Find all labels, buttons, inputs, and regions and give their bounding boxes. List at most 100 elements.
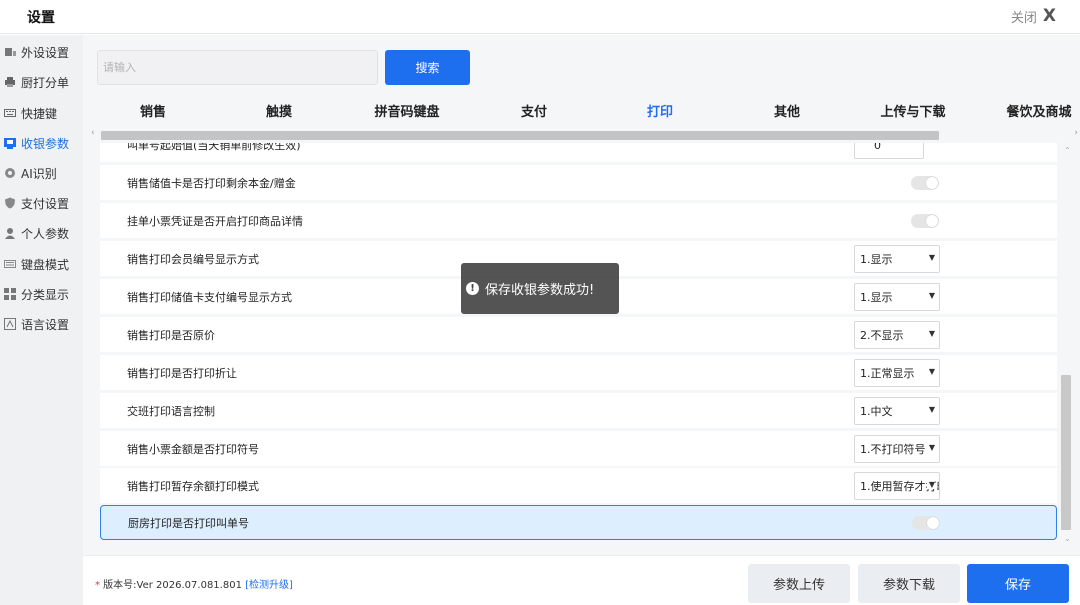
sidebar-item-peripheral[interactable]: 外设设置 [0,39,83,65]
tab-touch[interactable]: 触摸 [266,101,292,120]
setting-label: 销售储值卡是否打印剩余本金/赠金 [127,176,296,190]
search-button[interactable]: 搜索 [385,50,470,85]
setting-row: 销售储值卡是否打印剩余本金/赠金 [100,165,1057,200]
setting-label: 销售打印储值卡支付编号显示方式 [127,290,292,304]
setting-row-selected[interactable]: 厨房打印是否打印叫单号 [100,505,1057,540]
grid-icon [4,288,16,300]
setting-label: 厨房打印是否打印叫单号 [128,516,249,530]
param-upload-button[interactable]: 参数上传 [748,564,850,603]
sidebar-item-payment[interactable]: 支付设置 [0,190,83,216]
setting-label: 销售打印暂存余额打印模式 [127,479,259,493]
sidebar-item-label: 个人参数 [21,226,70,241]
scroll-up-icon[interactable]: ⌃ [1064,146,1071,155]
tab-payment[interactable]: 支付 [521,101,547,120]
setting-label: 销售打印是否打印折让 [127,366,237,380]
save-button[interactable]: 保存 [967,564,1069,603]
vertical-scroll-thumb[interactable] [1061,375,1071,530]
setting-label: 叫单号起始值(当天销单前修改生效) [127,143,301,152]
peripheral-icon [4,46,16,58]
setting-select[interactable]: 2.不显示 ▼ [854,320,940,349]
tab-upload-download[interactable]: 上传与下载 [880,101,945,120]
sidebar: 外设设置 厨打分单 快捷键 收银参数 AI识别 支付设置 个人参数 键盘模式 分… [0,35,83,605]
setting-row: 销售小票金额是否打印符号 1.不打印符号 ▼ [100,431,1057,466]
close-label: 关闭 [1010,11,1037,26]
search-input[interactable] [97,50,378,85]
setting-toggle[interactable] [911,175,939,190]
close-icon: X [1042,6,1056,26]
sidebar-item-label: 收银参数 [21,136,70,151]
param-download-button[interactable]: 参数下载 [858,564,960,603]
shield-icon [4,197,16,209]
category-tabs: 销售 触摸 拼音码键盘 支付 打印 其他 上传与下载 餐饮及商城 [83,97,1080,127]
sidebar-item-cashier-params[interactable]: 收银参数 [0,130,83,156]
sidebar-item-personal[interactable]: 个人参数 [0,220,83,246]
keyboard-mode-icon [4,258,16,270]
sidebar-item-shortcuts[interactable]: 快捷键 [0,100,83,126]
language-icon [4,318,16,330]
info-icon: ! [466,282,479,295]
sidebar-item-label: 语言设置 [21,317,70,332]
sidebar-item-label: 分类显示 [21,287,70,302]
setting-number-input[interactable]: 0 [854,143,924,159]
setting-select[interactable]: 1.中文 ▼ [854,396,940,425]
tab-print[interactable]: 打印 [647,101,673,120]
keyboard-icon [4,107,16,119]
dropdown-caret-icon: ▼ [926,252,935,262]
setting-label: 挂单小票凭证是否开启打印商品详情 [127,214,303,228]
setting-select[interactable]: 1.不打印符号 ▼ [854,434,940,463]
dropdown-caret-icon: ▼ [926,479,935,489]
sidebar-item-label: 快捷键 [21,106,58,121]
sidebar-item-language[interactable]: 语言设置 [0,311,83,337]
scroll-right-icon[interactable]: › [1074,128,1078,138]
tab-other[interactable]: 其他 [774,101,800,120]
check-upgrade-link[interactable]: [检测升级] [245,580,293,591]
ai-icon [4,167,16,179]
horizontal-scroll-thumb[interactable] [101,131,939,140]
setting-label: 销售小票金额是否打印符号 [127,442,259,456]
cashier-icon [4,137,16,149]
tab-catering-mall[interactable]: 餐饮及商城 [1006,101,1071,120]
setting-toggle[interactable] [911,213,939,228]
toast-notification: ! 保存收银参数成功! [461,263,619,314]
sidebar-item-label: 厨打分单 [21,75,70,90]
sidebar-item-label: 支付设置 [21,196,70,211]
setting-label: 销售打印是否原价 [127,328,215,342]
footer: * 版本号:Ver 2026.07.081.801 [检测升级] 参数上传 参数… [83,555,1080,605]
sidebar-item-keyboard-mode[interactable]: 键盘模式 [0,251,83,277]
title-bar: 设置 关闭 X [0,0,1080,34]
dropdown-caret-icon: ▼ [926,328,935,338]
printer-icon [4,76,16,88]
sidebar-item-category[interactable]: 分类显示 [0,281,83,307]
tab-sales[interactable]: 销售 [140,101,166,120]
vertical-scrollbar[interactable]: ⌃ ⌄ [1061,143,1075,545]
dropdown-caret-icon: ▼ [926,404,935,414]
dropdown-caret-icon: ▼ [926,290,935,300]
setting-label: 销售打印会员编号显示方式 [127,252,259,266]
setting-row: 销售打印暂存余额打印模式 1.使用暂存才打印 ▼ [100,468,1057,503]
setting-select[interactable]: 1.使用暂存才打印 ▼ [854,471,940,500]
horizontal-scrollbar[interactable]: ‹ › [91,128,1080,141]
setting-row: 销售打印是否打印折让 1.正常显示 ▼ [100,355,1057,390]
scroll-down-icon[interactable]: ⌄ [1064,534,1071,543]
dropdown-caret-icon: ▼ [926,366,935,376]
sidebar-item-label: 外设设置 [21,45,70,60]
sidebar-item-ai[interactable]: AI识别 [0,160,83,186]
setting-row: 叫单号起始值(当天销单前修改生效) 0 [100,143,1057,162]
setting-row: 交班打印语言控制 1.中文 ▼ [100,393,1057,428]
scroll-left-icon[interactable]: ‹ [91,128,95,138]
setting-select[interactable]: 1.显示 ▼ [854,244,940,273]
setting-select[interactable]: 1.正常显示 ▼ [854,358,940,387]
setting-row: 销售打印是否原价 2.不显示 ▼ [100,317,1057,352]
setting-toggle[interactable] [912,515,940,530]
toast-message: 保存收银参数成功! [485,283,595,298]
setting-label: 交班打印语言控制 [127,404,215,418]
version-text: 版本号:Ver 2026.07.081.801 [100,580,246,591]
tab-pinyin-keyboard[interactable]: 拼音码键盘 [374,101,439,120]
sidebar-item-label: AI识别 [21,166,57,181]
setting-row: 挂单小票凭证是否开启打印商品详情 [100,203,1057,238]
sidebar-item-kitchen-print[interactable]: 厨打分单 [0,69,83,95]
close-button[interactable]: 关闭 X [1010,6,1056,27]
dropdown-caret-icon: ▼ [926,442,935,452]
setting-select[interactable]: 1.显示 ▼ [854,282,940,311]
user-icon [4,227,16,239]
